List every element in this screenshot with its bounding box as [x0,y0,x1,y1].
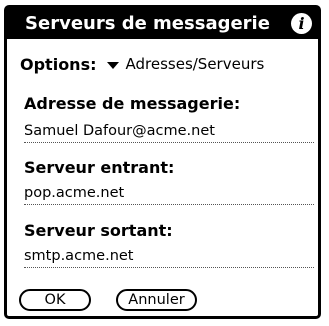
options-label: Options: [20,54,97,74]
info-icon[interactable]: i [291,13,312,34]
dialog-title: Serveurs de messagerie [25,13,270,34]
mail-servers-dialog: Serveurs de messagerie i Options: Adress… [4,5,321,319]
outgoing-server-field[interactable]: smtp.acme.net [24,245,314,268]
triangle-down-icon [106,61,119,69]
options-row: Options: Adresses/Serveurs [20,52,264,76]
incoming-server-label: Serveur entrant: [24,158,175,177]
email-address-label: Adresse de messagerie: [24,94,241,113]
options-picker-value: Adresses/Serveurs [125,55,265,73]
ok-button[interactable]: OK [19,289,91,311]
title-bar: Serveurs de messagerie i [7,8,318,39]
incoming-server-field[interactable]: pop.acme.net [24,182,314,205]
cancel-button[interactable]: Annuler [116,289,197,311]
outgoing-server-label: Serveur sortant: [24,221,173,240]
options-picker[interactable]: Adresses/Serveurs [106,55,265,73]
email-address-field[interactable]: Samuel Dafour@acme.net [24,120,314,143]
